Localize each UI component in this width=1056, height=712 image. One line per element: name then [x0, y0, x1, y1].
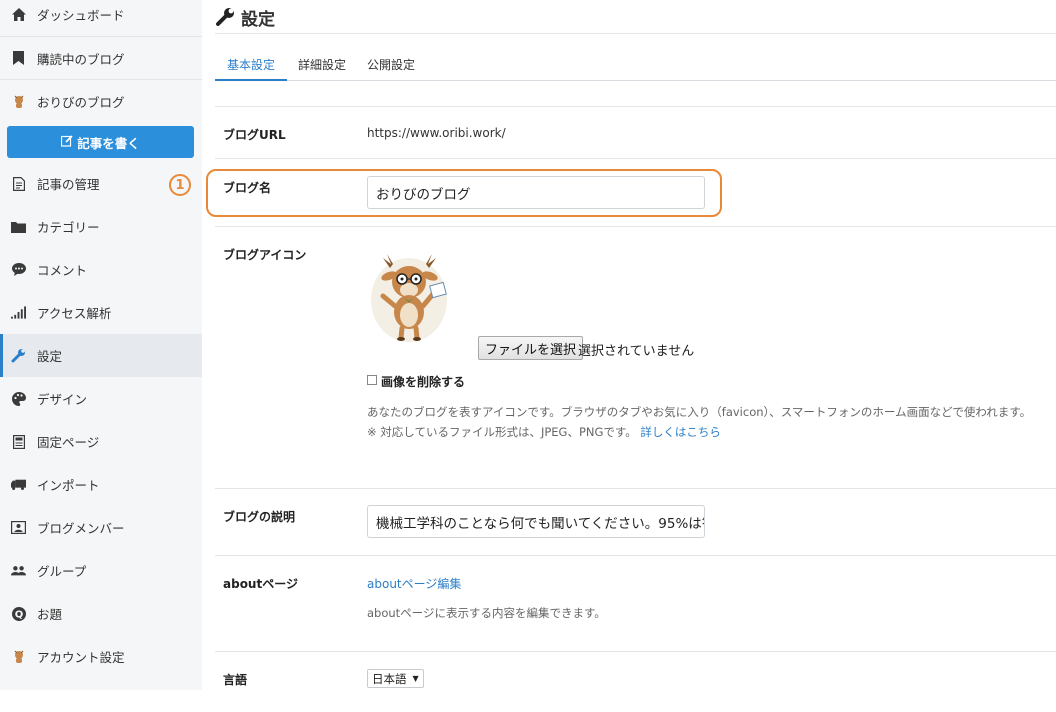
- sidebar-item-blog[interactable]: おりびのブログ: [0, 79, 202, 122]
- divider: [215, 555, 1056, 556]
- sidebar-item-label: カテゴリー: [37, 220, 100, 235]
- blog-name-input[interactable]: おりびのブログ: [367, 176, 705, 209]
- delete-image-label[interactable]: 画像を削除する: [381, 373, 465, 390]
- palette-icon: [11, 391, 26, 406]
- page-title: 設定: [215, 4, 275, 30]
- tab-basic-settings[interactable]: 基本設定: [215, 52, 288, 81]
- sidebar-item-design[interactable]: デザイン: [0, 377, 202, 420]
- divider: [215, 106, 1056, 107]
- divider: [215, 226, 1056, 227]
- blog-icon-label: ブログアイコン: [223, 248, 307, 262]
- about-page-edit-link[interactable]: aboutページ編集: [367, 575, 461, 592]
- annotation-marker-number: 1: [169, 174, 191, 196]
- annotation-marker: 1: [167, 172, 193, 198]
- sidebar-item-topic[interactable]: Q お題: [0, 592, 202, 635]
- sidebar-item-label: 設定: [37, 349, 63, 364]
- document-icon: [11, 176, 26, 191]
- page-icon: [11, 434, 26, 449]
- divider: [215, 651, 1056, 652]
- sidebar-item-label: ブログメンバー: [37, 521, 125, 536]
- home-icon: [11, 7, 26, 22]
- sidebar-item-subscribed[interactable]: 購読中のブログ: [0, 36, 202, 79]
- blog-name-label: ブログ名: [223, 181, 272, 195]
- file-status-text: 選択されていません: [578, 344, 695, 359]
- blog-description-label: ブログの説明: [223, 510, 296, 524]
- sidebar-item-label: お題: [37, 607, 63, 622]
- blog-url-value: https://www.oribi.work/: [367, 126, 506, 140]
- delete-image-checkbox[interactable]: [367, 375, 377, 385]
- sidebar-item-category[interactable]: カテゴリー: [0, 205, 202, 248]
- sidebar-item-label: アクセス解析: [37, 306, 112, 321]
- bookmark-icon: [11, 51, 26, 66]
- sidebar-item-analytics[interactable]: アクセス解析: [0, 291, 202, 334]
- divider: [215, 33, 1056, 34]
- sidebar-item-static-page[interactable]: 固定ページ: [0, 420, 202, 463]
- sidebar: ダッシュボード 購読中のブログ おりびのブログ 記事を書く 記事の管理 カテゴリ…: [0, 0, 202, 690]
- account-avatar-icon: [11, 649, 26, 664]
- page-title-text: 設定: [241, 9, 275, 30]
- language-label: 言語: [223, 673, 248, 687]
- details-link[interactable]: 詳しくはこちら: [640, 425, 721, 439]
- sidebar-item-dashboard[interactable]: ダッシュボード: [0, 0, 202, 36]
- id-card-icon: [11, 520, 26, 535]
- tab-publish-settings[interactable]: 公開設定: [367, 52, 415, 81]
- blog-url-label: ブログURL: [223, 128, 286, 142]
- blog-description-input[interactable]: 機械工学科のことなら何でも聞いてください。95%は答: [367, 505, 705, 538]
- sidebar-item-label: インポート: [37, 478, 100, 493]
- sidebar-item-blog-members[interactable]: ブログメンバー: [0, 506, 202, 549]
- settings-tabs: 基本設定 詳細設定 公開設定: [215, 52, 1056, 81]
- sidebar-item-label: コメント: [37, 263, 88, 278]
- blog-icon-help-text: あなたのブログを表すアイコンです。ブラウザのタブやお気に入り（favicon）、…: [367, 405, 1032, 419]
- sidebar-item-label: デザイン: [37, 392, 88, 407]
- about-page-help: aboutページに表示する内容を編集できます。: [367, 606, 606, 620]
- blog-icon-help-note: ※ 対応しているファイル形式は、JPEG、PNGです。: [367, 425, 637, 439]
- blog-icon-help-note-line: ※ 対応しているファイル形式は、JPEG、PNGです。 詳しくはこちら: [367, 422, 1047, 442]
- comment-icon: [11, 262, 26, 277]
- about-page-label: aboutページ: [223, 577, 298, 591]
- write-article-button[interactable]: 記事を書く: [7, 126, 194, 158]
- sidebar-item-account-settings[interactable]: アカウント設定: [0, 635, 202, 678]
- folder-icon: [11, 219, 26, 234]
- sidebar-item-comment[interactable]: コメント: [0, 248, 202, 291]
- sidebar-item-label: ダッシュボード: [37, 8, 125, 23]
- sidebar-item-label: アカウント設定: [37, 650, 125, 665]
- bar-chart-icon: [11, 305, 26, 320]
- sidebar-item-label: グループ: [37, 564, 87, 579]
- blog-icon-help: あなたのブログを表すアイコンです。ブラウザのタブやお気に入り（favicon）、…: [367, 402, 1047, 442]
- write-article-label: 記事を書く: [77, 135, 140, 151]
- group-icon: [11, 563, 26, 578]
- sidebar-item-label: おりびのブログ: [37, 94, 125, 110]
- blog-avatar-icon: [11, 94, 26, 109]
- divider: [215, 488, 1056, 489]
- sidebar-item-label: 購読中のブログ: [37, 51, 125, 67]
- question-icon: Q: [11, 606, 26, 621]
- language-select-value: 日本語: [372, 671, 407, 686]
- blog-icon-image: [371, 250, 471, 346]
- svg-text:Q: Q: [14, 609, 23, 620]
- sidebar-item-import[interactable]: インポート: [0, 463, 202, 506]
- truck-icon: [11, 477, 26, 492]
- choose-file-button[interactable]: ファイルを選択: [478, 336, 584, 360]
- wrench-icon: [11, 348, 26, 363]
- language-select[interactable]: 日本語 ▼: [367, 669, 424, 688]
- sidebar-item-label: 固定ページ: [37, 435, 100, 450]
- sidebar-item-label: 記事の管理: [37, 177, 100, 192]
- edit-icon: [61, 134, 73, 150]
- sidebar-item-group[interactable]: グループ: [0, 549, 202, 592]
- dropdown-arrow-icon: ▼: [412, 674, 419, 683]
- tab-detail-settings[interactable]: 詳細設定: [298, 52, 346, 81]
- sidebar-item-settings[interactable]: 設定: [0, 334, 202, 377]
- divider: [215, 158, 1056, 159]
- wrench-icon: [215, 7, 235, 27]
